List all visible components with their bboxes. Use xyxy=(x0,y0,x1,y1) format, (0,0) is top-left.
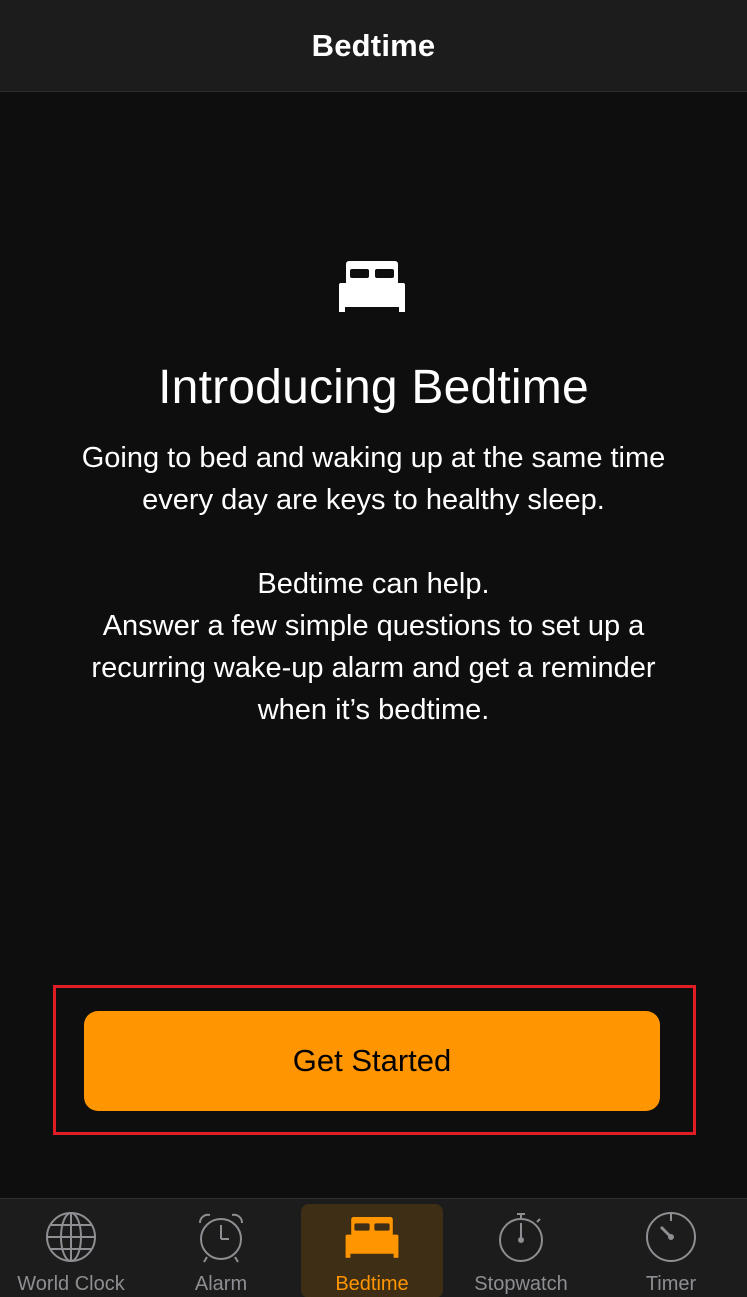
tab-label: Stopwatch xyxy=(474,1273,568,1295)
tab-label: Bedtime xyxy=(335,1273,409,1295)
tab-label: Alarm xyxy=(194,1273,248,1295)
tab-bar: World Clock Alarm Bedtime Stopwatch Time… xyxy=(0,1198,747,1297)
intro-text-line: Bedtime can help. xyxy=(257,568,490,600)
intro-description: Going to bed and waking up at the same t… xyxy=(30,437,717,731)
get-started-button[interactable]: Get Started xyxy=(84,1011,660,1111)
bed-icon xyxy=(344,1209,400,1265)
globe-icon xyxy=(43,1209,99,1265)
bedtime-screen: Bedtime Introducing Bedtime Going to bed… xyxy=(0,0,747,1297)
tab-label: Timer xyxy=(645,1273,697,1295)
tab-bedtime[interactable]: Bedtime xyxy=(301,1199,443,1297)
tab-world-clock[interactable]: World Clock xyxy=(0,1199,142,1297)
tab-stopwatch[interactable]: Stopwatch xyxy=(450,1199,592,1297)
intro-text-line: Answer a few simple questions to set up … xyxy=(102,610,645,642)
navigation-bar: Bedtime xyxy=(0,0,747,92)
intro-headline: Introducing Bedtime xyxy=(158,361,589,414)
tab-alarm[interactable]: Alarm xyxy=(150,1199,292,1297)
alarm-clock-icon xyxy=(193,1209,249,1265)
intro-text-line: recurring wake-up alarm and get a remind… xyxy=(91,652,656,684)
intro-text-line: when it’s bedtime. xyxy=(257,694,490,726)
page-title: Bedtime xyxy=(311,27,436,63)
timer-icon xyxy=(643,1209,699,1265)
intro-text-line: every day are keys to healthy sleep. xyxy=(142,484,605,516)
tab-timer[interactable]: Timer xyxy=(600,1199,742,1297)
bed-icon xyxy=(339,261,405,312)
stopwatch-icon xyxy=(493,1209,549,1265)
tab-label: World Clock xyxy=(17,1273,125,1295)
intro-text-line: Going to bed and waking up at the same t… xyxy=(81,442,666,474)
